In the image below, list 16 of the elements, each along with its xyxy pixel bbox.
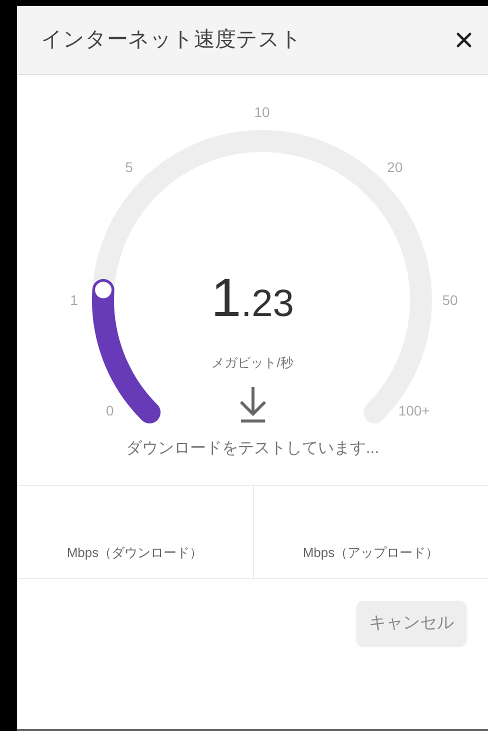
status-text: ダウンロードをテストしています... [126,439,380,459]
scale-label: 50 [442,292,458,308]
result-label: Mbps（アップロード） [302,544,439,562]
cancel-button[interactable]: キャンセル [357,601,466,645]
download-icon [238,384,268,422]
window-title: インターネット速度テスト [41,27,302,54]
speed-reading: 1 [211,271,242,325]
scale-label: 0 [106,402,114,418]
scale-label: 20 [387,159,403,176]
unit-label: メガビット/秒 [212,354,294,372]
scale-label: 100+ [398,402,430,418]
scale-label: 10 [254,104,270,120]
result-label: Mbps（ダウンロード） [66,544,203,562]
scale-label: 5 [125,159,133,176]
scale-label: 1 [70,292,78,308]
speed-reading-decimals: .23 [241,285,294,323]
